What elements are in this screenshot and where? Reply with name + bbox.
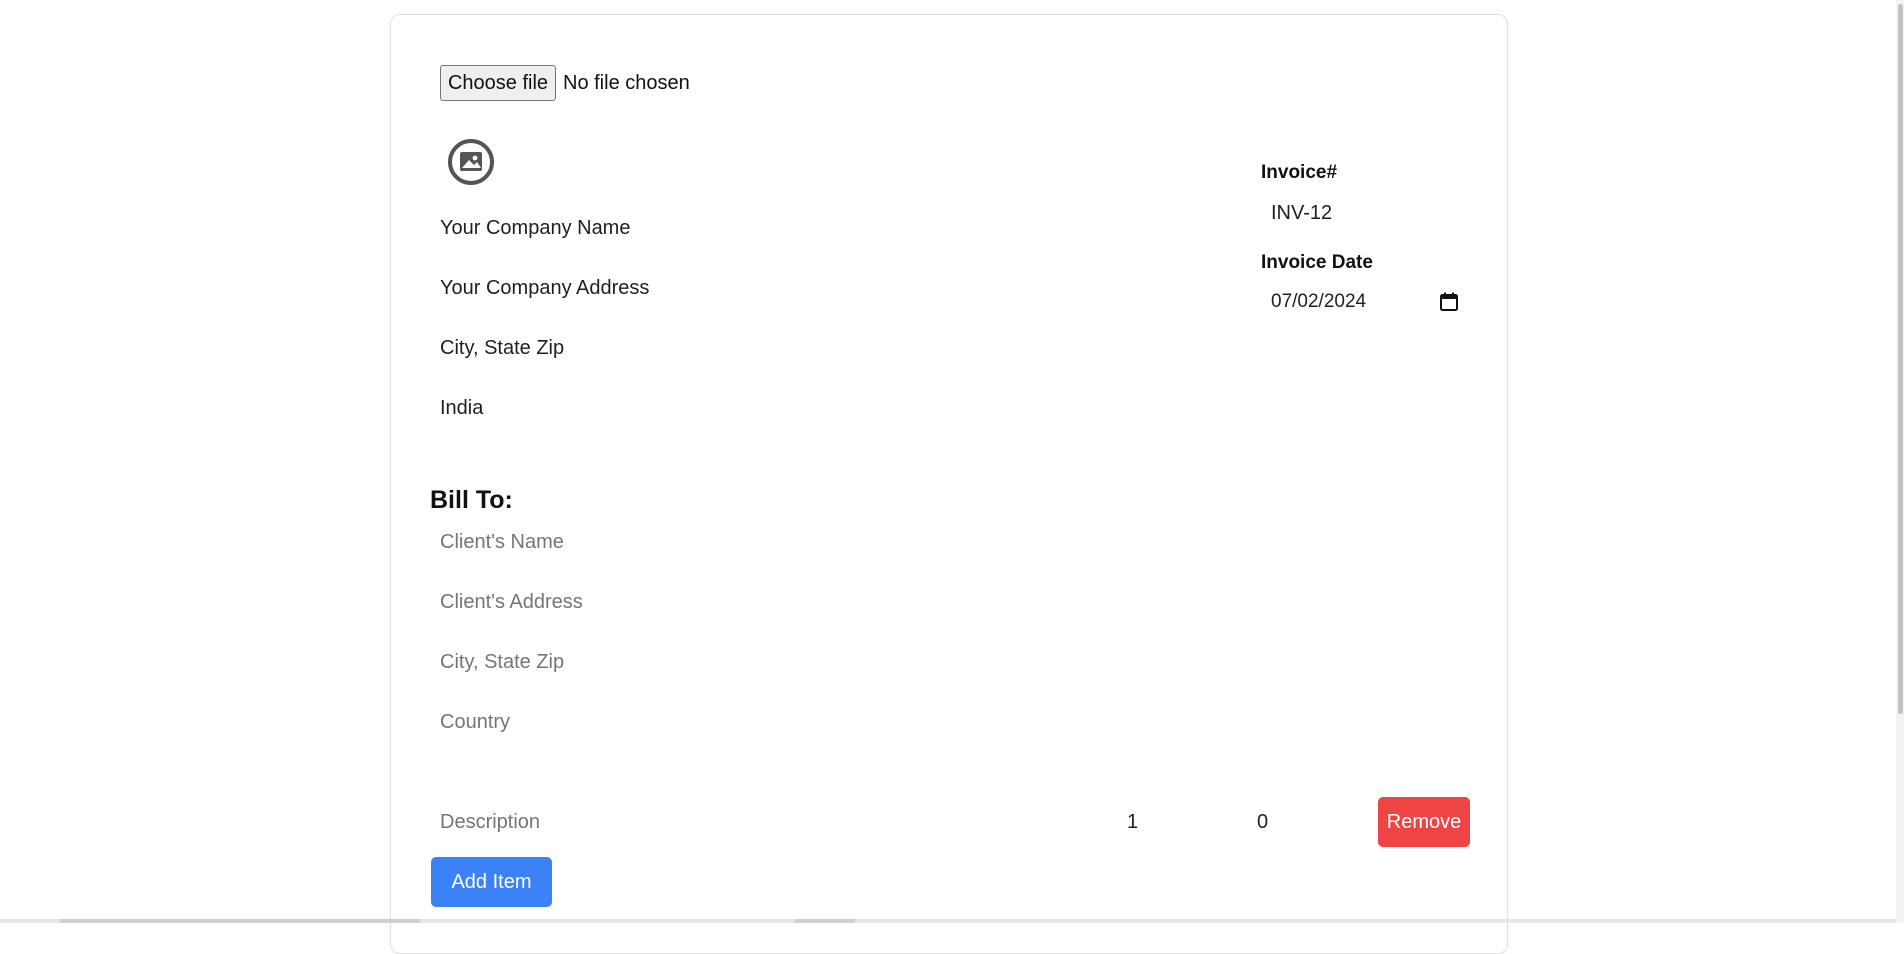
company-address-input[interactable] <box>440 270 1000 306</box>
item-price-input[interactable] <box>1257 804 1357 840</box>
company-country-input[interactable] <box>440 390 1000 426</box>
invoice-date-value: 07/02/2024 <box>1271 291 1367 312</box>
item-description-input[interactable] <box>440 804 1060 840</box>
image-circle-icon[interactable] <box>446 137 496 187</box>
invoice-number-label: Invoice# <box>1261 162 1338 183</box>
client-city-input[interactable] <box>440 644 1000 680</box>
company-name-input[interactable] <box>440 210 1000 246</box>
remove-item-button[interactable]: Remove <box>1378 797 1470 847</box>
calendar-icon[interactable] <box>1439 292 1459 312</box>
invoice-number-input[interactable] <box>1271 195 1461 231</box>
add-item-button[interactable]: Add Item <box>431 857 552 907</box>
item-quantity-input[interactable] <box>1127 804 1227 840</box>
company-city-input[interactable] <box>440 330 1000 366</box>
client-address-input[interactable] <box>440 584 1000 620</box>
horizontal-scrollbar-thumb[interactable] <box>60 919 420 923</box>
invoice-date-input[interactable]: 07/02/2024 <box>1271 288 1461 320</box>
choose-file-button[interactable]: Choose file <box>440 65 556 101</box>
client-name-input[interactable] <box>440 524 1000 560</box>
file-status-text: No file chosen <box>563 72 690 94</box>
invoice-date-label: Invoice Date <box>1261 252 1373 273</box>
vertical-scrollbar-thumb[interactable] <box>1898 4 1903 714</box>
bill-to-heading: Bill To: <box>430 486 513 514</box>
horizontal-scrollbar-thumb-secondary[interactable] <box>795 919 855 923</box>
client-country-input[interactable] <box>440 704 1000 740</box>
